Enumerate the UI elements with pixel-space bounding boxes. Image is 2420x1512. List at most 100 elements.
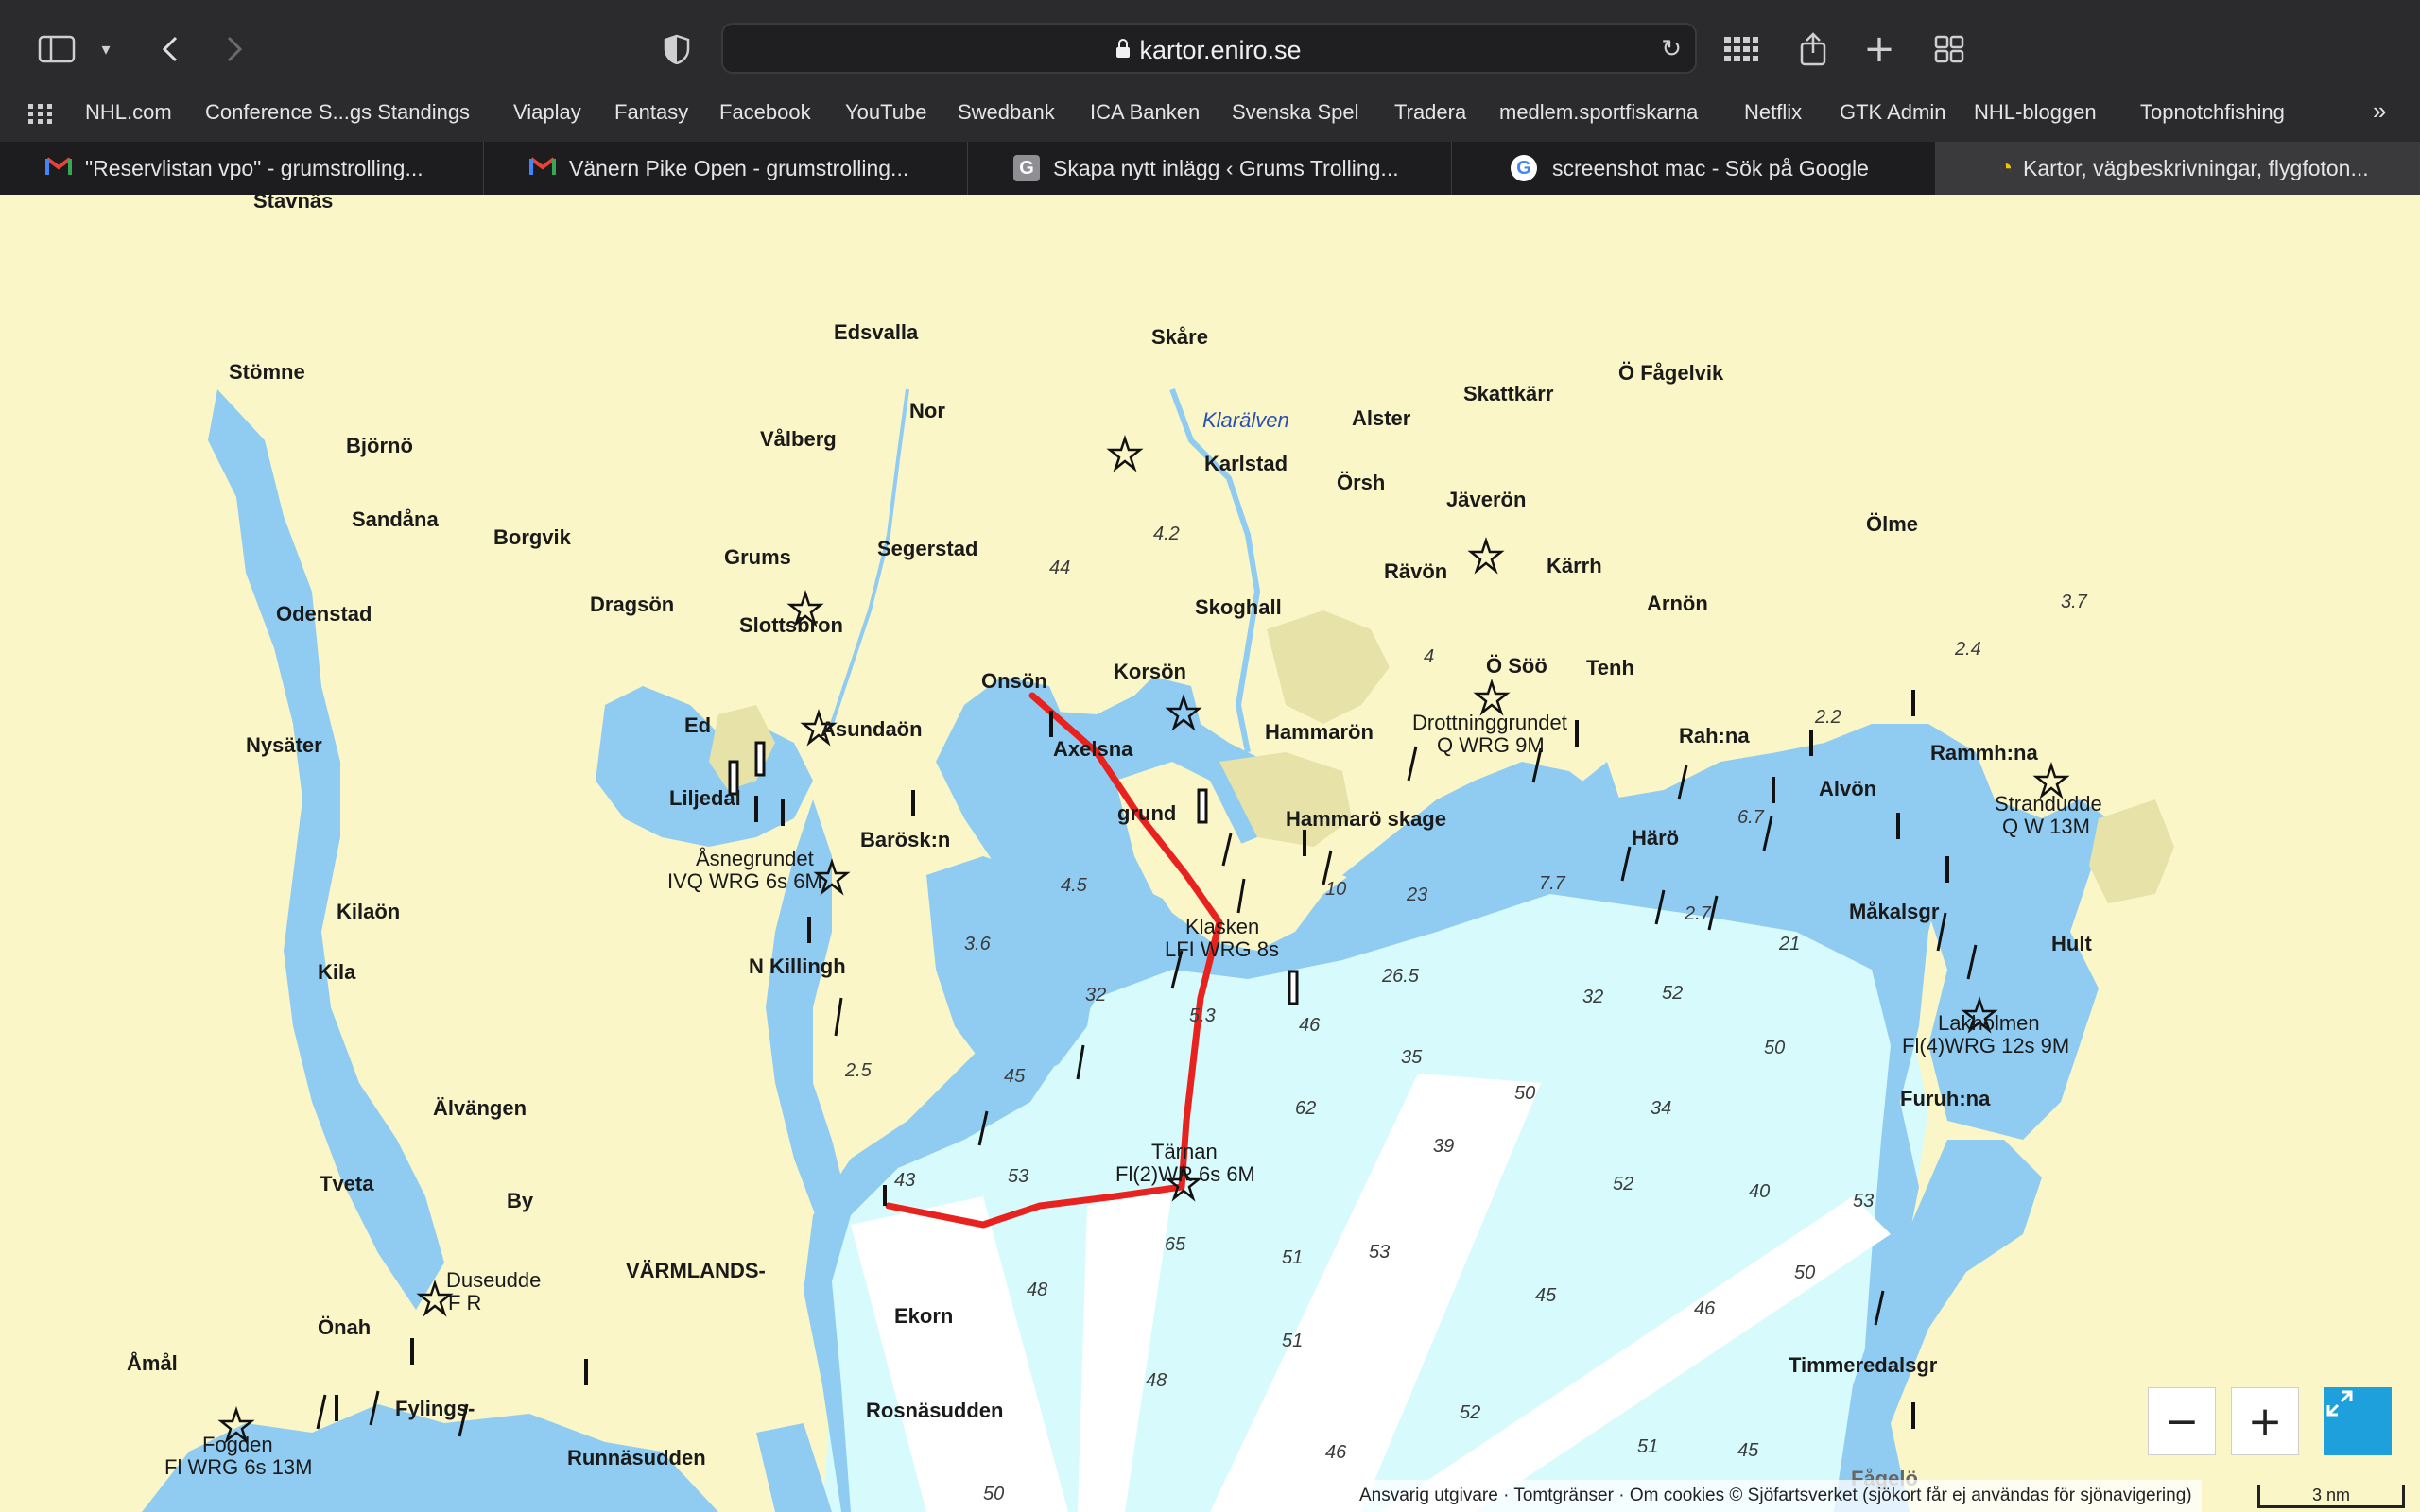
bookmarks-overflow-icon[interactable]: » [2373, 96, 2386, 126]
tab-vanern-pike-open[interactable]: Vänern Pike Open - grumstrolling... [484, 142, 968, 195]
place-label: Vålberg [760, 427, 837, 451]
depth-label: 4 [1424, 646, 1435, 667]
tab-overview-icon[interactable] [1928, 28, 1970, 70]
place-label: Hammarön [1265, 720, 1374, 744]
place-label: Rammh:na [1930, 741, 2038, 765]
bookmark-item[interactable]: Fantasy [614, 100, 688, 125]
lit-beacon-marker [834, 997, 843, 1037]
place-label: Ölme [1866, 512, 1919, 536]
light-label: Tärnan [1151, 1140, 1218, 1163]
depth-label: 52 [1662, 983, 1684, 1004]
place-label: Segerstad [877, 537, 978, 560]
bookmark-item[interactable]: Facebook [719, 100, 811, 125]
lit-beacon-marker [316, 1394, 327, 1430]
depth-label: 45 [1004, 1066, 1026, 1087]
depth-label: 2.7 [1685, 903, 1711, 924]
bookmark-item[interactable]: Topnotchfishing [2140, 100, 2285, 125]
bookmark-item[interactable]: YouTube [845, 100, 926, 125]
place-label: Nysäter [246, 733, 322, 757]
place-label: Rah:na [1679, 724, 1750, 747]
place-label: Timmeredalsgr [1789, 1353, 1938, 1377]
chevron-down-icon[interactable]: ▾ [85, 28, 127, 70]
depth-label: 7.7 [1539, 873, 1565, 894]
tab-reservlistan[interactable]: "Reservlistan vpo" - grumstrolling... [0, 142, 484, 195]
privacy-shield-icon[interactable] [656, 28, 698, 70]
place-label: Liljedal [669, 786, 741, 810]
bookmark-item[interactable]: Viaplay [513, 100, 581, 125]
g-site-icon: G [1013, 155, 1040, 181]
gmail-icon [45, 155, 72, 181]
forward-icon[interactable] [214, 28, 255, 70]
place-label: Alster [1352, 406, 1411, 430]
place-label: N Killingh [749, 954, 846, 978]
depth-label: 50 [983, 1484, 1005, 1504]
depth-label: 2.5 [845, 1060, 872, 1081]
address-bar[interactable]: kartor.eniro.se ↻ [721, 23, 1697, 74]
place-label: Örsh [1337, 471, 1386, 494]
depth-label: 4.5 [1061, 875, 1087, 896]
depth-label: 50 [1764, 1038, 1786, 1058]
depth-label: 2.2 [1815, 707, 1841, 728]
depth-label: 62 [1295, 1098, 1317, 1119]
place-label: Barösk:n [860, 828, 951, 851]
bookmark-item[interactable]: GTK Admin [1840, 100, 1945, 125]
expand-icon [2326, 1390, 2353, 1417]
nautical-map[interactable]: Stavnäs Stömne Björnö Sandåna Odenstad N… [0, 195, 2420, 1512]
sidebar-toggle-icon[interactable] [36, 28, 78, 70]
depth-label: 43 [894, 1170, 916, 1191]
bookmark-item[interactable]: Svenska Spel [1232, 100, 1359, 125]
urban-karlstad [1267, 610, 1390, 724]
depth-label: 46 [1694, 1298, 1716, 1319]
place-label: Hammarö skage [1286, 807, 1446, 831]
share-icon[interactable] [1792, 28, 1834, 70]
bookmark-item[interactable]: Netflix [1744, 100, 1802, 125]
place-label: Skåre [1151, 325, 1208, 349]
zoom-in-button[interactable]: + [2231, 1387, 2299, 1455]
place-label: Åmål [127, 1351, 178, 1375]
place-label: VÄRMLANDS- [626, 1259, 766, 1282]
zoom-out-button[interactable]: − [2148, 1387, 2216, 1455]
river-label: Klarälven [1202, 408, 1289, 432]
place-label: Tveta [320, 1172, 374, 1195]
new-tab-icon[interactable]: + [1858, 27, 1900, 71]
place-label: Sandåna [352, 507, 439, 531]
bookmark-item[interactable]: NHL-bloggen [1974, 100, 2097, 125]
back-icon[interactable] [149, 28, 191, 70]
bookmark-item[interactable]: Swedbank [958, 100, 1055, 125]
depth-label: 32 [1085, 985, 1107, 1005]
tab-label: screenshot mac - Sök på Google [1552, 156, 1869, 180]
place-label: Skattkärr [1463, 382, 1554, 405]
depth-label: 46 [1325, 1442, 1347, 1463]
grid-apps-icon[interactable] [1720, 28, 1762, 70]
map-attribution[interactable]: Ansvarig utgivare · Tomtgränser · Om coo… [1350, 1480, 2202, 1512]
place-label: Härö [1632, 826, 1680, 850]
place-label: Borgvik [493, 525, 571, 549]
bookmark-item[interactable]: Conference S...gs Standings [205, 100, 470, 125]
light-label: Fl WRG 6s 13M [164, 1455, 313, 1479]
depth-label: 51 [1637, 1436, 1659, 1457]
place-label: Fylings- [395, 1397, 475, 1420]
lit-beacon-marker [1236, 878, 1246, 914]
light-label: Q WRG 9M [1437, 733, 1545, 757]
bookmark-item[interactable]: Tradera [1394, 100, 1466, 125]
tab-skapa-nytt-inlagg[interactable]: G Skapa nytt inlägg ‹ Grums Trolling... [968, 142, 1452, 195]
light-star-javeron [1467, 537, 1505, 575]
fullscreen-button[interactable] [2324, 1387, 2392, 1455]
tab-google-search[interactable]: G screenshot mac - Sök på Google [1452, 142, 1936, 195]
tab-eniro-kartor[interactable]: ◔ Kartor, vägbeskrivningar, flygfoton... [1936, 142, 2420, 195]
reload-icon[interactable]: ↻ [1661, 34, 1682, 63]
place-label: Furuh:na [1900, 1087, 1991, 1110]
bookmark-item[interactable]: medlem.sportfiskarna [1499, 100, 1698, 125]
place-label: Jäverön [1446, 488, 1527, 511]
bookmark-item[interactable]: NHL.com [85, 100, 172, 125]
browser-chrome: ▾ kartor.eniro.se ↻ + NHL.com Conference [0, 0, 2420, 195]
depth-label: 51 [1282, 1331, 1304, 1351]
bookmark-item[interactable]: ICA Banken [1090, 100, 1200, 125]
google-icon: G [1511, 155, 1537, 181]
light-label: Lakholmen [1938, 1011, 2040, 1035]
depth-label: 48 [1027, 1280, 1048, 1300]
light-label: Fl(2)WR 6s 6M [1115, 1162, 1255, 1186]
lake-grums [596, 686, 813, 847]
place-label: Edsvalla [834, 320, 919, 344]
bookmarks-grid-icon[interactable] [28, 100, 53, 130]
